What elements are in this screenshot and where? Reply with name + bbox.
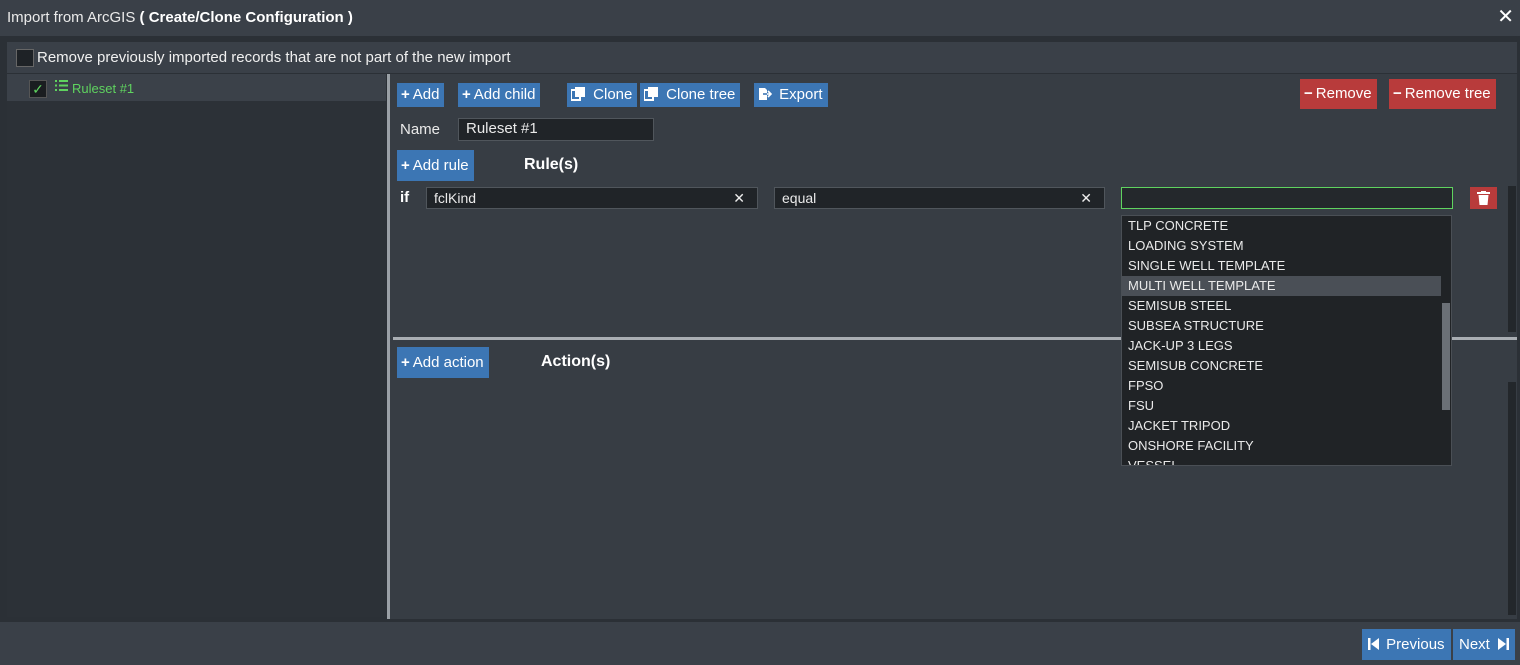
rule-operator-select[interactable]: equal ✕ [774, 187, 1105, 209]
name-label: Name [400, 121, 441, 138]
plus-icon: + [401, 157, 410, 174]
dropdown-option[interactable]: JACK-UP 3 LEGS [1122, 336, 1442, 356]
plus-icon: + [462, 86, 471, 103]
list-icon [55, 79, 68, 95]
dropdown-option[interactable]: LOADING SYSTEM [1122, 236, 1442, 256]
dropdown-option[interactable]: TLP CONCRETE [1122, 216, 1442, 236]
dropdown-option-highlighted[interactable]: MULTI WELL TEMPLATE [1122, 276, 1442, 296]
actions-scrollbar[interactable] [1508, 382, 1516, 615]
dropdown-option[interactable]: SEMISUB CONCRETE [1122, 356, 1442, 376]
dialog-footer: Previous Next [0, 622, 1520, 665]
copy-icon [570, 86, 590, 103]
rule-value-input[interactable] [1121, 187, 1453, 209]
trash-icon [1477, 191, 1490, 205]
next-button[interactable]: Next [1453, 629, 1516, 660]
tree-item-checkbox[interactable]: ✓ [29, 80, 47, 98]
dropdown-scrollbar-track[interactable] [1441, 216, 1451, 465]
add-button[interactable]: + Add [397, 83, 445, 107]
dialog-title-prefix: Import from ArcGIS [7, 9, 136, 26]
add-rule-button[interactable]: + Add rule [397, 150, 474, 181]
rules-heading: Rule(s) [524, 156, 579, 173]
tree-item-label: Ruleset #1 [72, 81, 135, 96]
skip-back-icon [1368, 636, 1383, 653]
dialog-title-mode: ( Create/Clone Configuration ) [139, 9, 353, 26]
skip-forward-icon [1494, 636, 1510, 653]
dialog-title: Import from ArcGIS ( Create/Clone Config… [7, 9, 353, 26]
rules-scrollbar[interactable] [1508, 186, 1516, 332]
dropdown-option[interactable]: FPSO [1122, 376, 1442, 396]
remove-tree-button[interactable]: − Remove tree [1389, 79, 1496, 109]
name-input[interactable]: Ruleset #1 [458, 118, 654, 141]
dropdown-option[interactable]: SUBSEA STRUCTURE [1122, 316, 1442, 336]
close-icon[interactable]: ✕ [1497, 6, 1514, 28]
dropdown-option[interactable]: SINGLE WELL TEMPLATE [1122, 256, 1442, 276]
previous-button[interactable]: Previous [1362, 629, 1451, 660]
dropdown-option[interactable]: JACKET TRIPOD [1122, 416, 1442, 436]
remove-previous-checkbox[interactable] [16, 49, 34, 67]
dropdown-option[interactable]: ONSHORE FACILITY [1122, 436, 1442, 456]
plus-icon: + [401, 354, 410, 371]
remove-button[interactable]: − Remove [1300, 79, 1377, 109]
plus-icon: + [401, 86, 410, 103]
export-file-icon [758, 86, 776, 103]
minus-icon: − [1393, 85, 1402, 102]
dropdown-option[interactable]: SEMISUB STEEL [1122, 296, 1442, 316]
rule-field-select[interactable]: fclKind ✕ [426, 187, 758, 209]
dropdown-scrollbar-thumb[interactable] [1442, 303, 1450, 410]
actions-heading: Action(s) [541, 353, 611, 370]
clear-field-icon[interactable]: ✕ [733, 188, 745, 208]
minus-icon: − [1304, 85, 1313, 102]
title-bar: Import from ArcGIS ( Create/Clone Config… [0, 0, 1520, 36]
value-dropdown-list[interactable]: TLP CONCRETE LOADING SYSTEM SINGLE WELL … [1121, 215, 1452, 466]
clear-operator-icon[interactable]: ✕ [1080, 188, 1092, 208]
copy-icon [643, 86, 663, 103]
rule-field-value: fclKind [434, 190, 477, 206]
rule-operator-value: equal [782, 190, 817, 206]
clone-tree-button[interactable]: Clone tree [640, 83, 741, 107]
dropdown-option[interactable]: VESSEL [1122, 456, 1442, 465]
tree-item-ruleset-1[interactable]: ✓ Ruleset #1 [7, 74, 386, 101]
add-child-button[interactable]: + Add child [458, 83, 541, 107]
clone-button[interactable]: Clone [567, 83, 638, 107]
ruleset-tree-pane: ✓ Ruleset #1 [7, 74, 386, 617]
if-label: if [400, 189, 410, 206]
export-button[interactable]: Export [754, 83, 828, 107]
dropdown-option[interactable]: FSU [1122, 396, 1442, 416]
remove-previous-label: Remove previously imported records that … [37, 49, 511, 66]
options-bar: Remove previously imported records that … [7, 42, 1517, 73]
delete-rule-button[interactable] [1470, 187, 1497, 209]
add-action-button[interactable]: + Add action [397, 347, 489, 378]
